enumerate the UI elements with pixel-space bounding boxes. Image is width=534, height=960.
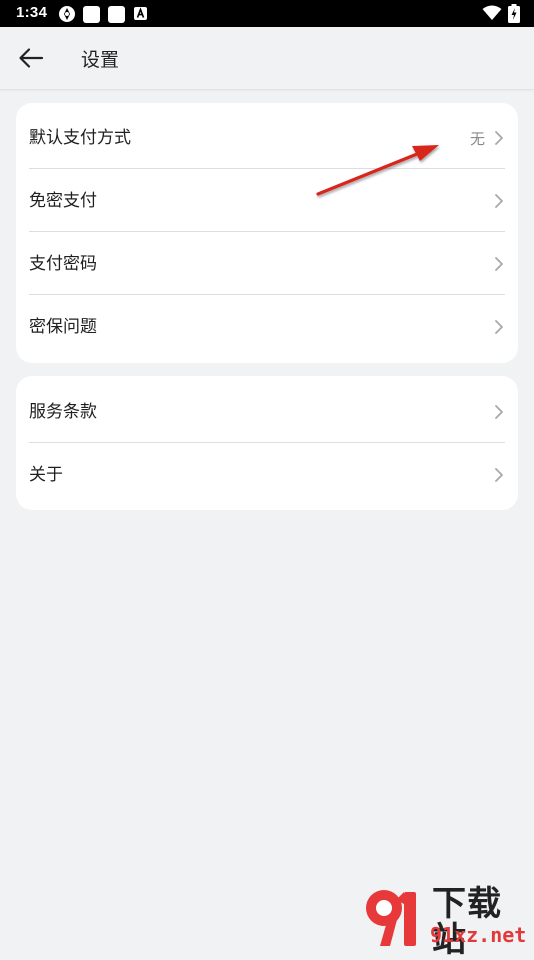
row-label: 默认支付方式 (29, 128, 131, 148)
terms-of-service-row[interactable]: 服务条款 (29, 380, 505, 443)
row-label: 免密支付 (29, 191, 97, 211)
watermark-domain: 91xz.net (430, 923, 527, 947)
chevron-right-icon (495, 320, 503, 334)
password-free-payment-row[interactable]: 免密支付 (29, 169, 505, 232)
payment-password-row[interactable]: 支付密码 (29, 232, 505, 295)
app-header: 设置 (0, 27, 534, 90)
chevron-right-icon (495, 194, 503, 208)
notification-square-icon (83, 6, 100, 23)
security-question-row[interactable]: 密保问题 (29, 295, 505, 358)
app-notification-icon (59, 6, 75, 22)
chevron-right-icon (495, 257, 503, 271)
back-arrow-icon (19, 48, 44, 68)
back-button[interactable] (14, 41, 48, 75)
row-label: 关于 (29, 465, 63, 485)
default-payment-method-row[interactable]: 默认支付方式 无 (29, 106, 505, 169)
row-label: 支付密码 (29, 254, 97, 274)
page-title: 设置 (81, 49, 120, 71)
wifi-icon (482, 5, 502, 20)
watermark: 下载站 91xz.net (360, 882, 534, 958)
battery-charging-icon (508, 4, 520, 23)
notification-a-icon (134, 7, 147, 20)
about-row[interactable]: 关于 (29, 443, 505, 506)
chevron-right-icon (495, 405, 503, 419)
watermark-logo-icon (366, 890, 416, 946)
row-value: 无 (469, 130, 485, 148)
chevron-right-icon (495, 131, 503, 145)
chevron-right-icon (495, 468, 503, 482)
about-card: 服务条款 关于 (16, 376, 518, 510)
watermark-title: 下载站 (432, 884, 502, 960)
row-label: 密保问题 (29, 317, 97, 337)
payment-settings-card: 默认支付方式 无 免密支付 支付密码 密保问题 (16, 103, 518, 363)
row-label: 服务条款 (29, 402, 97, 422)
status-bar: 1:34 (0, 0, 534, 27)
notification-square-icon (108, 6, 125, 23)
status-time: 1:34 (16, 4, 48, 21)
